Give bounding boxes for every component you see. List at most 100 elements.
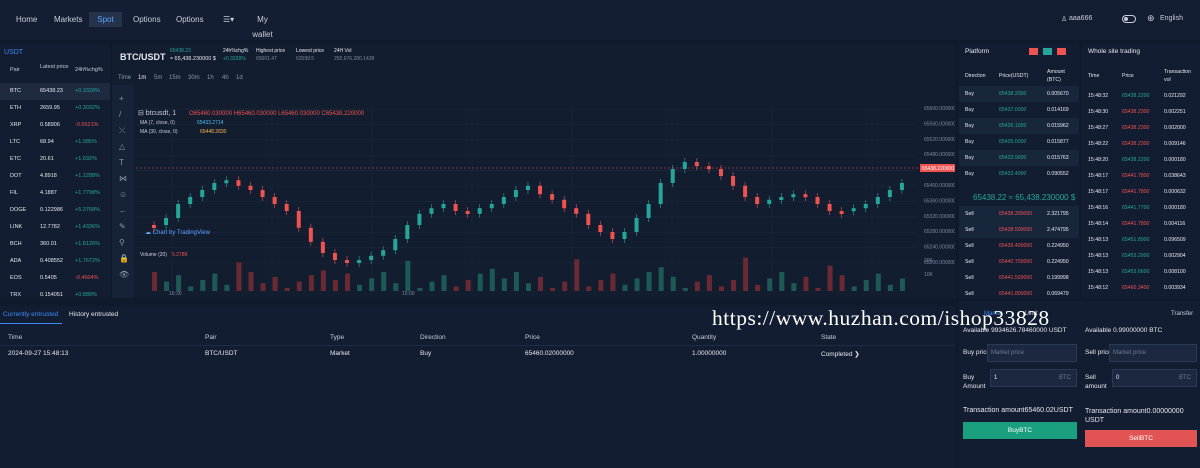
draw-tool-icon[interactable]: △ — [119, 142, 126, 151]
orderbook-sell-row[interactable]: Sell 65439.400000 0.224950 — [959, 238, 1079, 254]
draw-tool-icon[interactable]: ✎ — [119, 222, 126, 231]
volume-bar — [152, 272, 157, 291]
volume-bar — [863, 280, 869, 291]
th-price: 65438.2200 — [1122, 157, 1150, 163]
pair-row[interactable]: LTC 68.94 +1.085% — [0, 134, 110, 151]
volume-bar — [731, 280, 737, 291]
draw-tool-icon[interactable]: ⚲ — [119, 238, 125, 247]
orderbook-sell-row[interactable]: Sell 65440.700000 0.224950 — [959, 254, 1079, 270]
nav-spot[interactable]: Spot — [89, 12, 122, 27]
x-tick: 15:00 — [402, 291, 415, 297]
quote-currency-tab[interactable]: USDT — [4, 49, 23, 56]
candle — [598, 225, 603, 232]
orderbook-buy-row[interactable]: Buy 65435.0000 0.015877 — [959, 134, 1079, 150]
view-both-icon[interactable] — [1029, 48, 1038, 55]
orderbook-sell-row[interactable]: Sell 65441.800000 0.069479 — [959, 286, 1079, 302]
pair-row[interactable]: ADA 0.408552 +1.7672% — [0, 253, 110, 270]
candle — [779, 197, 784, 200]
y-tick-label: 65360.000000 — [924, 198, 955, 204]
draw-tool-icon[interactable]: 🔒 — [119, 254, 129, 263]
globe-icon[interactable]: ⊕ — [1147, 13, 1155, 24]
pair-row[interactable]: EOS 0.5405 -0.4604% — [0, 270, 110, 287]
candlestick-chart[interactable]: +/⤫△T⋈☺←✎⚲🔒👁65600.00000065560.0000006552… — [112, 43, 955, 298]
nav-my-wallet[interactable]: My wallet — [240, 12, 285, 39]
draw-tool-icon[interactable]: ☺ — [119, 190, 127, 199]
view-buy-icon[interactable] — [1043, 48, 1052, 55]
nav-options-2[interactable]: Options — [168, 12, 210, 27]
draw-tool-icon[interactable]: ← — [119, 206, 127, 215]
pair-symbol: LINK — [10, 224, 23, 230]
th-time: 15:48:17 — [1088, 173, 1109, 179]
buy-price-input[interactable]: Market price — [987, 344, 1077, 362]
pair-row[interactable]: ETH 2659.95 +0.3032% — [0, 100, 110, 117]
pair-row[interactable]: TRX 0.154051 +0.889% — [0, 287, 110, 304]
orderbook-buy-row[interactable]: Buy 65438.2000 0.005670 — [959, 86, 1079, 102]
candle — [248, 185, 253, 190]
pair-row[interactable]: DOGE 0.122986 +5.3768% — [0, 202, 110, 219]
ohlc-legend: O65460.030000 H65460.030000 L65460.03000… — [189, 111, 365, 117]
volume-bar — [646, 272, 652, 291]
candle — [296, 211, 301, 228]
pair-row[interactable]: DOT 4.8918 +1.1288% — [0, 168, 110, 185]
sell-button[interactable]: SellBTC — [1085, 430, 1197, 447]
transfer-link[interactable]: Transfer — [1171, 311, 1193, 317]
tab-currently-entrusted[interactable]: Currently entrusted — [3, 311, 58, 318]
menu-list-icon[interactable]: ☰▾ — [215, 12, 241, 27]
th-time: 15:48:13 — [1088, 253, 1109, 259]
pair-row[interactable]: ETC 20.61 +1.692% — [0, 151, 110, 168]
language-select[interactable]: English — [1160, 15, 1183, 22]
candle — [562, 199, 567, 209]
candle — [477, 208, 482, 214]
orderbook-sell-row[interactable]: Sell 65438.500000 2.474795 — [959, 222, 1079, 238]
tradingview-logo[interactable]: ☁ Chart by TradingView — [145, 230, 211, 236]
draw-tool-icon[interactable]: 👁 — [119, 270, 129, 279]
nav-options-1[interactable]: Options — [125, 12, 165, 27]
tab-history-entrusted[interactable]: History entrusted — [69, 311, 118, 318]
volume-bar — [525, 283, 531, 291]
draw-tool-icon[interactable]: + — [119, 94, 124, 103]
draw-tool-icon[interactable]: ⋈ — [119, 174, 127, 183]
draw-tool-icon[interactable]: T — [119, 158, 124, 167]
draw-tool-icon[interactable]: ⤫ — [119, 126, 126, 135]
buy-amount-label: Buy Amount — [963, 374, 986, 390]
pair-symbol: ADA — [10, 258, 22, 264]
theme-toggle[interactable] — [1122, 15, 1136, 23]
pair-row[interactable]: BCH 360.01 +1.8126% — [0, 236, 110, 253]
volume-bar — [212, 273, 218, 291]
orderbook-sell-row[interactable]: Sell 65438.300000 2.321795 — [959, 206, 1079, 222]
pair-change: +0.3032% — [75, 105, 100, 111]
pair-change: +1.085% — [75, 139, 97, 145]
pair-row[interactable]: FIL 4.1887 +1.7798% — [0, 185, 110, 202]
candle — [827, 204, 832, 211]
candle — [538, 185, 543, 195]
volume-bar — [538, 276, 544, 291]
orderbook-sell-row[interactable]: Sell 65441.500000 0.199998 — [959, 270, 1079, 286]
buy-amount-input[interactable]: 1 BTC — [990, 369, 1077, 387]
buy-button[interactable]: BuyBTC — [963, 422, 1077, 439]
orderbook-buy-row[interactable]: Buy 65433.4000 0.090552 — [959, 166, 1079, 182]
volume-bar — [393, 283, 399, 291]
username[interactable]: aaa666 — [1069, 15, 1092, 22]
volume-bar — [634, 278, 640, 291]
pair-row[interactable]: XRP 0.58906 -0.6521% — [0, 117, 110, 134]
sell-price-input[interactable]: Market price — [1109, 344, 1197, 362]
candle — [887, 190, 892, 197]
candle — [332, 253, 337, 260]
nav-home[interactable]: Home — [8, 12, 44, 27]
ob-price: 65440.700000 — [999, 259, 1033, 265]
volume-bar — [381, 272, 387, 291]
sell-amount-input[interactable]: 0 BTC — [1112, 369, 1197, 387]
th-time: 15:48:30 — [1088, 109, 1109, 115]
view-sell-icon[interactable] — [1057, 48, 1066, 55]
orderbook-buy-row[interactable]: Buy 65433.9000 0.015763 — [959, 150, 1079, 166]
nav-markets[interactable]: Markets — [46, 12, 90, 27]
order-pair: BTC/USDT — [205, 350, 238, 357]
trade-history-row: 15:48:16 65441.7700 0.000180 — [1082, 200, 1200, 216]
user-icon[interactable]: ♙ — [1061, 15, 1067, 23]
pair-row[interactable]: BTC 65438.23 +0.3328% — [0, 83, 110, 100]
orderbook-buy-row[interactable]: Buy 65437.0000 0.014169 — [959, 102, 1079, 118]
pair-row[interactable]: LINK 12.7782 +1.4336% — [0, 219, 110, 236]
orderbook-buy-row[interactable]: Buy 65436.1000 0.015962 — [959, 118, 1079, 134]
order-state-link[interactable]: Completed ❯ — [821, 350, 860, 358]
volume-bar — [236, 262, 242, 291]
